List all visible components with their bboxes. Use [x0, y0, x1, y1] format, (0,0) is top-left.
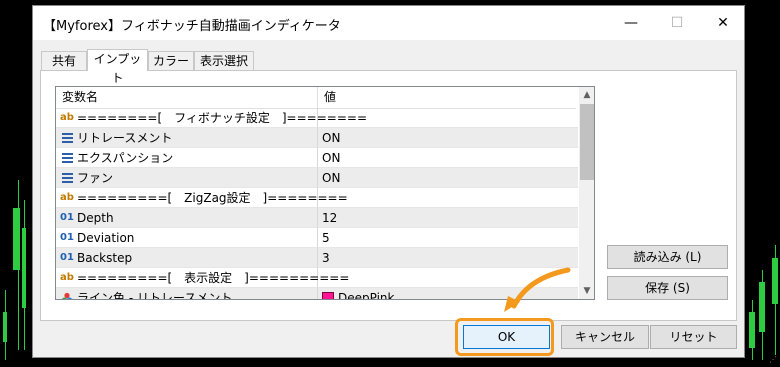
- row-value[interactable]: 12: [318, 208, 578, 228]
- save-button[interactable]: 保存 (S): [607, 276, 728, 300]
- minimize-icon: —: [624, 15, 638, 31]
- row-value[interactable]: [318, 268, 578, 288]
- tab-common[interactable]: 共有: [41, 51, 87, 70]
- row-label: Depth: [77, 211, 114, 225]
- row-value[interactable]: [318, 108, 578, 128]
- row-name-cell: ライン色 - リトレースメント: [56, 288, 318, 300]
- scroll-up-icon[interactable]: ▲: [579, 87, 594, 103]
- maximize-icon: ☐: [670, 15, 684, 31]
- candle: [3, 312, 7, 342]
- column-header-value[interactable]: 値: [318, 87, 336, 108]
- row-value[interactable]: 5: [318, 228, 578, 248]
- candle: [759, 282, 765, 332]
- table-row[interactable]: 01 Backstep 3: [56, 248, 578, 268]
- row-label: =========[ ZigZag設定 ]========: [77, 191, 348, 205]
- enum-list-icon: [60, 170, 74, 185]
- table-row[interactable]: リトレースメント ON: [56, 128, 578, 148]
- string-type-icon: ab: [60, 112, 74, 123]
- color-name: DeepPink: [338, 291, 395, 300]
- table-row[interactable]: ab ========[ フィボナッチ設定 ]========: [56, 108, 578, 128]
- grid-header: 変数名 値: [56, 87, 576, 109]
- load-button[interactable]: 読み込み (L): [607, 245, 728, 269]
- inputs-grid: 変数名 値 ab ========[ フィボナッチ設定 ]======== リト…: [55, 86, 595, 300]
- row-name-cell: リトレースメント: [56, 128, 318, 148]
- table-row[interactable]: エクスパンション ON: [56, 148, 578, 168]
- scroll-down-icon[interactable]: ▼: [579, 283, 594, 299]
- row-name-cell: 01 Deviation: [56, 228, 318, 248]
- integer-type-icon: 01: [60, 252, 74, 263]
- integer-type-icon: 01: [60, 212, 74, 223]
- row-label: エクスパンション: [77, 151, 174, 165]
- color-palette-icon: [60, 290, 74, 299]
- row-label: ファン: [77, 171, 114, 185]
- window-title: 【Myforex】フィボナッチ自動描画インディケータ: [43, 19, 341, 34]
- row-name-cell: ab =========[ ZigZag設定 ]========: [56, 188, 348, 208]
- enum-list-icon: [60, 150, 74, 165]
- row-label: =========[ 表示設定 ]==========: [77, 271, 350, 285]
- row-name-cell: 01 Backstep: [56, 248, 318, 268]
- row-value[interactable]: 3: [318, 248, 578, 268]
- column-header-name[interactable]: 変数名: [56, 87, 318, 108]
- vertical-scrollbar[interactable]: ▲ ▼: [579, 87, 594, 299]
- candle: [22, 228, 26, 308]
- row-name-cell: ab =========[ 表示設定 ]==========: [56, 268, 349, 288]
- indicator-dialog: 【Myforex】フィボナッチ自動描画インディケータ — ☐ ✕ 共有 インプッ…: [32, 5, 777, 364]
- reset-button[interactable]: リセット: [650, 325, 737, 349]
- table-row[interactable]: 01 Depth 12: [56, 208, 578, 228]
- string-type-icon: ab: [60, 272, 74, 283]
- maximize-button[interactable]: ☐: [654, 6, 700, 40]
- tab-visualization[interactable]: 表示選択: [194, 51, 254, 70]
- row-name-cell: エクスパンション: [56, 148, 318, 168]
- title-bar[interactable]: 【Myforex】フィボナッチ自動描画インディケータ — ☐ ✕: [33, 6, 744, 40]
- row-value[interactable]: ON: [318, 128, 578, 148]
- table-row[interactable]: ライン色 - リトレースメント DeepPink: [56, 288, 578, 300]
- candle: [772, 258, 778, 304]
- candle: [749, 312, 755, 348]
- table-row[interactable]: 01 Deviation 5: [56, 228, 578, 248]
- close-icon: ✕: [717, 15, 729, 31]
- row-label: Backstep: [77, 251, 133, 265]
- row-label: Deviation: [77, 231, 135, 245]
- row-value[interactable]: ON: [318, 168, 578, 188]
- row-label: ライン色 - リトレースメント: [77, 291, 233, 300]
- row-value[interactable]: ON: [318, 148, 578, 168]
- scrollbar-thumb[interactable]: [580, 104, 594, 180]
- row-value-color[interactable]: DeepPink: [318, 288, 578, 300]
- cancel-button[interactable]: キャンセル: [561, 325, 649, 349]
- table-row[interactable]: ファン ON: [56, 168, 578, 188]
- row-name-cell: ファン: [56, 168, 318, 188]
- row-label: リトレースメント: [77, 131, 173, 145]
- row-value[interactable]: [318, 188, 578, 208]
- tab-colors[interactable]: カラー: [148, 51, 194, 70]
- ok-highlight-box: [455, 318, 554, 356]
- tab-inputs[interactable]: インプット: [87, 49, 148, 85]
- enum-list-icon: [60, 130, 74, 145]
- table-row[interactable]: ab =========[ ZigZag設定 ]========: [56, 188, 578, 208]
- string-type-icon: ab: [60, 192, 74, 203]
- integer-type-icon: 01: [60, 232, 74, 243]
- close-button[interactable]: ✕: [700, 6, 746, 40]
- resize-grip-icon[interactable]: ⋰: [769, 355, 777, 364]
- candle: [13, 208, 20, 270]
- table-row[interactable]: ab =========[ 表示設定 ]==========: [56, 268, 578, 288]
- minimize-button[interactable]: —: [608, 6, 654, 40]
- row-name-cell: ab ========[ フィボナッチ設定 ]========: [56, 108, 367, 128]
- row-name-cell: 01 Depth: [56, 208, 318, 228]
- color-swatch: [322, 292, 334, 299]
